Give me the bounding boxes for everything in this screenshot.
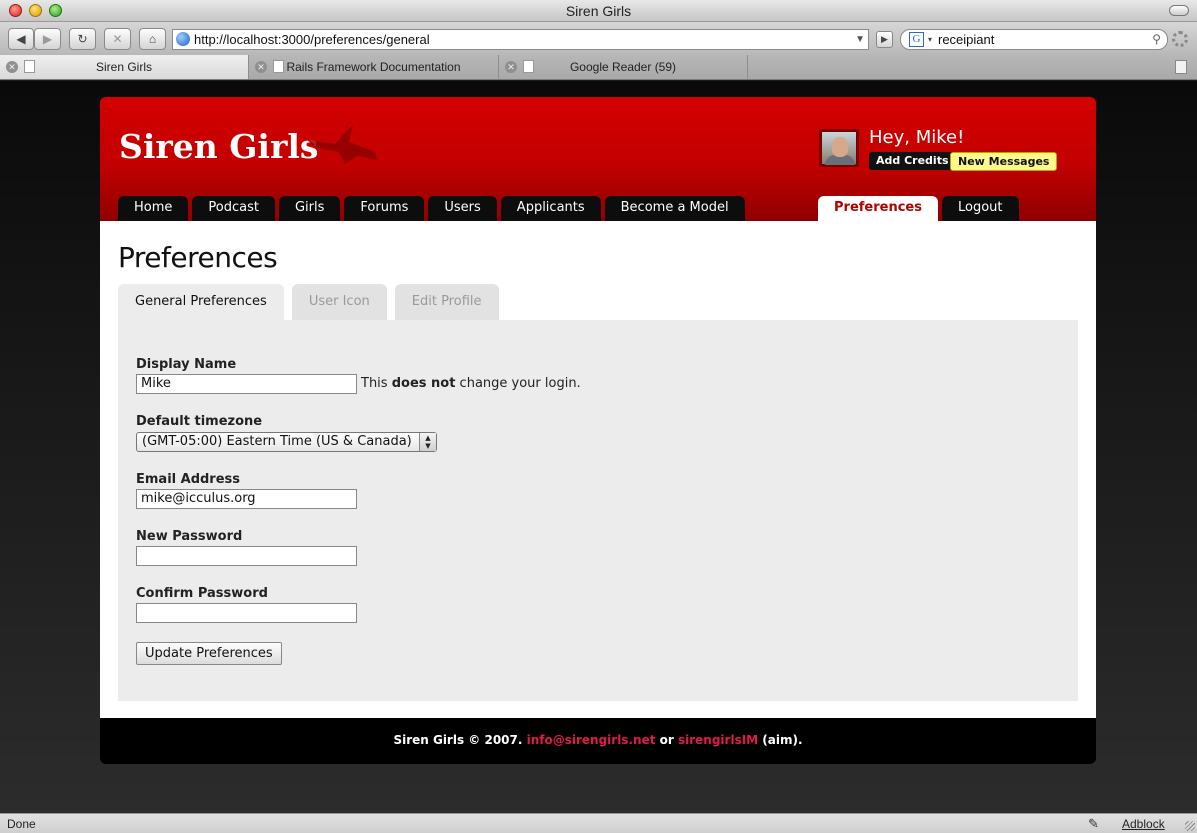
update-preferences-button[interactable]: Update Preferences — [136, 642, 282, 665]
nav-logout[interactable]: Logout — [941, 196, 1019, 221]
main-nav: Home Podcast Girls Forums Users Applican… — [118, 196, 745, 221]
go-button[interactable]: ▶ — [876, 31, 893, 48]
display-name-hint: This does not change your login. — [361, 376, 581, 391]
nav-become-a-model[interactable]: Become a Model — [604, 196, 745, 221]
site-logo[interactable]: Siren Girls — [119, 127, 318, 166]
footer-aim-suffix: (aim). — [758, 733, 803, 747]
tab-general-preferences[interactable]: General Preferences — [118, 284, 284, 320]
reload-icon: ↻ — [77, 32, 88, 46]
tab-edit-profile[interactable]: Edit Profile — [394, 284, 499, 320]
browser-tab-google-reader[interactable]: ✕ Google Reader (59) — [499, 55, 748, 79]
forward-button[interactable]: ▶ — [34, 28, 61, 50]
timezone-value: (GMT-05:00) Eastern Time (US & Canada) — [142, 434, 412, 449]
address-bar[interactable]: http://localhost:3000/preferences/genera… — [172, 29, 869, 50]
window-title: Siren Girls — [565, 3, 632, 19]
hint-text-end: change your login. — [455, 376, 581, 391]
browser-toolbar: ◀ ▶ ↻ ✕ ⌂ http://localhost:3000/preferen… — [0, 22, 1197, 54]
site-container: Siren Girls Hey, Mike! Add Credits New M… — [100, 97, 1096, 764]
search-engine-menu-icon[interactable]: ▾ — [928, 30, 932, 49]
copyright-text: Siren Girls © 2007. — [393, 733, 527, 747]
site-footer: Siren Girls © 2007. info@sirengirls.net … — [100, 718, 1096, 764]
avatar[interactable] — [819, 129, 859, 167]
tab-user-icon[interactable]: User Icon — [291, 284, 387, 320]
new-password-field[interactable] — [136, 546, 357, 566]
hint-text-start: This — [361, 376, 392, 391]
edit-pencil-icon[interactable]: ✎ — [1088, 816, 1099, 832]
adblock-link[interactable]: Adblock — [1122, 817, 1165, 831]
preferences-tabs: General Preferences User Icon Edit Profi… — [118, 284, 499, 320]
browser-tab-bar: ✕ Siren Girls ✕ Rails Framework Document… — [0, 54, 1197, 80]
window-titlebar: Siren Girls — [0, 0, 1197, 22]
site-globe-icon — [176, 32, 190, 46]
browser-tab-label: Siren Girls — [95, 60, 152, 74]
display-name-field[interactable]: Mike — [136, 374, 357, 394]
url-text: http://localhost:3000/preferences/genera… — [194, 32, 430, 47]
nav-girls[interactable]: Girls — [278, 196, 341, 221]
nav-preferences[interactable]: Preferences — [818, 196, 938, 221]
display-name-label: Display Name — [136, 357, 237, 372]
browser-tab-label: Google Reader (59) — [569, 60, 677, 74]
new-messages-button[interactable]: New Messages — [950, 152, 1058, 171]
reload-button[interactable]: ↻ — [69, 28, 96, 50]
go-icon: ▶ — [881, 34, 888, 44]
aim-link[interactable]: sirengirlsIM — [678, 733, 758, 747]
site-header: Siren Girls Hey, Mike! Add Credits New M… — [100, 97, 1096, 221]
back-icon: ◀ — [16, 32, 26, 46]
page-title: Preferences — [118, 241, 278, 274]
nav-users[interactable]: Users — [428, 196, 497, 221]
home-icon: ⌂ — [148, 32, 157, 46]
email-label: Email Address — [136, 472, 241, 487]
timezone-label: Default timezone — [136, 414, 263, 429]
browser-tab-siren-girls[interactable]: ✕ Siren Girls — [0, 55, 249, 79]
stop-icon: ✕ — [112, 32, 123, 46]
account-nav: Preferences Logout — [818, 196, 1019, 221]
nav-forums[interactable]: Forums — [344, 196, 425, 221]
browser-status-bar: Done ✎ Adblock — [0, 813, 1197, 833]
nav-podcast[interactable]: Podcast — [192, 196, 275, 221]
new-password-label: New Password — [136, 529, 243, 544]
main-content: Preferences General Preferences User Ico… — [100, 221, 1096, 718]
loading-spinner-icon — [1172, 31, 1188, 47]
toolbar-toggle-button[interactable] — [1169, 5, 1189, 16]
add-credits-button[interactable]: Add Credits — [869, 152, 956, 170]
search-value: receipiant — [938, 32, 995, 47]
confirm-password-field[interactable] — [136, 603, 357, 623]
siren-bird-logo-icon — [307, 124, 377, 164]
google-icon[interactable]: G — [909, 32, 924, 47]
home-button[interactable]: ⌂ — [139, 28, 166, 50]
preferences-form: Display Name Mike This does not change y… — [118, 320, 1078, 701]
timezone-select[interactable]: (GMT-05:00) Eastern Time (US & Canada) ▲… — [136, 432, 437, 452]
stop-button[interactable]: ✕ — [104, 28, 131, 50]
nav-applicants[interactable]: Applicants — [500, 196, 601, 221]
url-dropdown-icon[interactable]: ▼ — [855, 30, 865, 49]
status-text: Done — [7, 817, 36, 831]
nav-home[interactable]: Home — [118, 196, 189, 221]
search-icon[interactable]: ⚲ — [1152, 30, 1161, 49]
browser-tab-label: Rails Framework Documentation — [286, 60, 461, 74]
email-field[interactable]: mike@icculus.org — [136, 489, 357, 509]
tab-list-icon[interactable] — [1175, 60, 1187, 74]
resize-grip-icon[interactable] — [1185, 821, 1195, 831]
search-field[interactable]: G ▾ receipiant ⚲ — [900, 29, 1168, 50]
hint-emphasis: does not — [391, 376, 456, 391]
browser-tab-rails-docs[interactable]: ✕ Rails Framework Documentation — [249, 55, 499, 79]
select-stepper-icon: ▲ ▼ — [419, 433, 436, 451]
confirm-password-label: Confirm Password — [136, 586, 268, 601]
footer-or: or — [655, 733, 678, 747]
back-button[interactable]: ◀ — [8, 28, 34, 50]
contact-email-link[interactable]: info@sirengirls.net — [527, 733, 656, 747]
user-greeting: Hey, Mike! — [869, 127, 965, 148]
forward-icon: ▶ — [42, 32, 53, 46]
avatar-face — [832, 137, 848, 157]
